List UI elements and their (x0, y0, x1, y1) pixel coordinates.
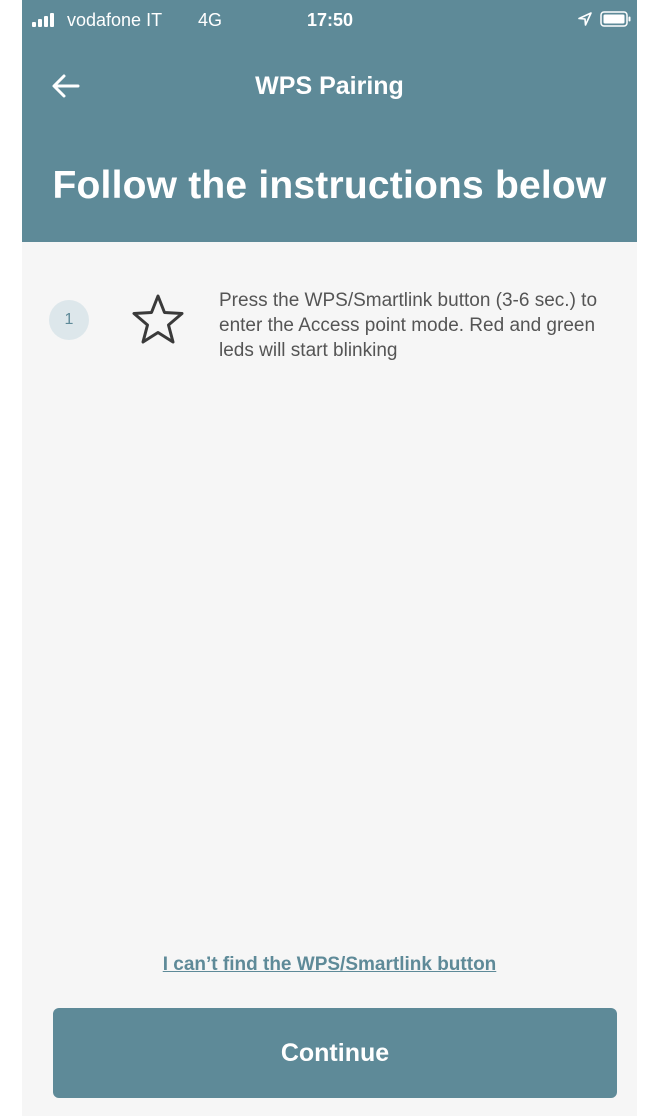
network-type: 4G (198, 10, 223, 30)
header: vodafone IT 4G 17:50 WPS Pairing Follow … (22, 0, 637, 242)
status-bar: vodafone IT 4G 17:50 (22, 0, 637, 40)
star-icon (132, 294, 184, 344)
step-instruction-text: Press the WPS/Smartlink button (3-6 sec.… (219, 290, 598, 361)
carrier-name: vodafone IT (67, 10, 163, 30)
step-number-badge: 1 (49, 300, 89, 340)
signal-icon (32, 13, 54, 27)
app-screen: vodafone IT 4G 17:50 WPS Pairing Follow … (22, 0, 637, 1116)
page-heading: Follow the instructions below (52, 164, 607, 207)
status-time: 17:50 (307, 10, 354, 30)
nav-title: WPS Pairing (255, 72, 404, 100)
battery-icon (600, 11, 631, 27)
location-icon (578, 12, 592, 26)
cant-find-button-link[interactable]: I can’t find the WPS/Smartlink button (22, 954, 637, 976)
continue-button[interactable]: Continue (53, 1008, 617, 1098)
